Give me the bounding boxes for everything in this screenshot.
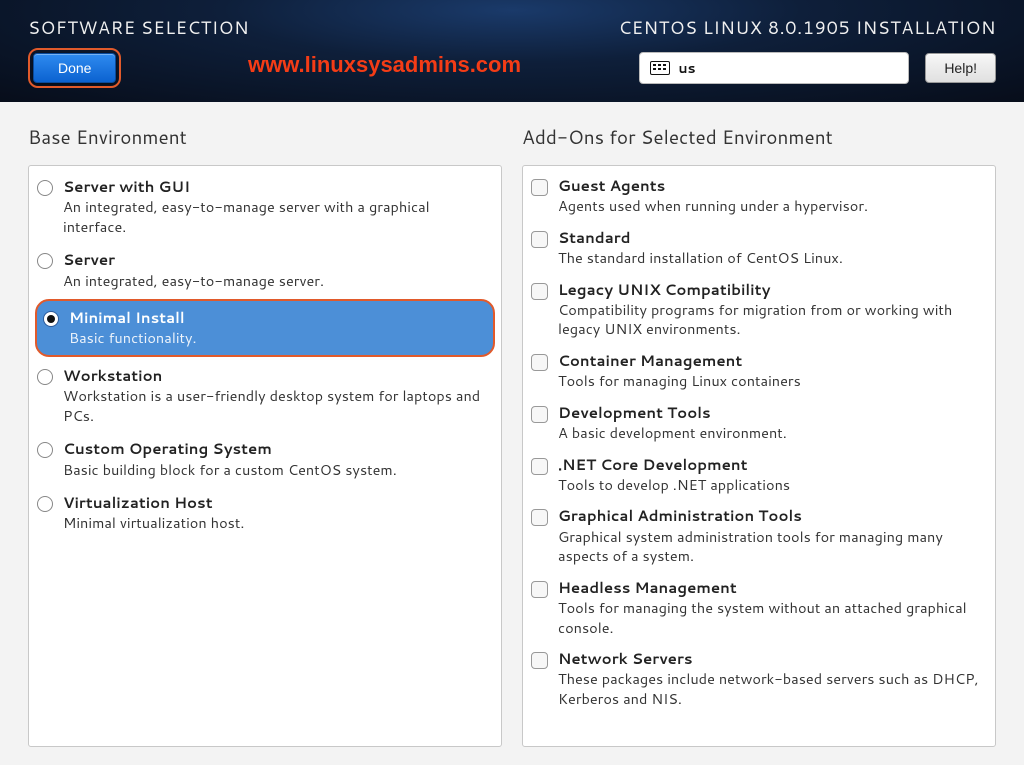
radio-icon[interactable] [37, 253, 53, 269]
env-item-workstation[interactable]: WorkstationWorkstation is a user-friendl… [29, 359, 501, 432]
addon-item-network-servers[interactable]: Network ServersThese packages include ne… [523, 643, 995, 714]
addon-desc: These packages include network-based ser… [558, 669, 985, 708]
addon-item-legacy-unix-compatibility[interactable]: Legacy UNIX CompatibilityCompatibility p… [523, 274, 995, 345]
env-desc: Minimal virtualization host. [63, 513, 491, 533]
radio-icon[interactable] [37, 496, 53, 512]
env-name: Server with GUI [63, 177, 491, 197]
radio-icon[interactable] [37, 180, 53, 196]
addon-desc: Tools to develop .NET applications [558, 475, 985, 495]
checkbox-icon[interactable] [531, 179, 548, 196]
addon-desc: Graphical system administration tools fo… [558, 527, 985, 566]
keyboard-layout-label: us [678, 58, 695, 78]
addon-name: Headless Management [558, 578, 985, 598]
addon-item-container-management[interactable]: Container ManagementTools for managing L… [523, 345, 995, 397]
env-desc: An integrated, easy-to-manage server. [63, 271, 491, 291]
addon-desc: Tools for managing the system without an… [558, 598, 985, 637]
installer-title: CENTOS LINUX 8.0.1905 INSTALLATION [618, 14, 996, 40]
keyboard-layout-indicator[interactable]: us [639, 52, 909, 84]
env-item-custom-operating-system[interactable]: Custom Operating SystemBasic building bl… [29, 432, 501, 486]
addon-name: Guest Agents [558, 176, 985, 196]
env-desc: Basic functionality. [69, 328, 485, 348]
base-environment-column: Base Environment Server with GUIAn integ… [28, 124, 502, 747]
addons-list[interactable]: Guest AgentsAgents used when running und… [522, 165, 996, 747]
keyboard-icon [650, 61, 670, 75]
addon-name: Development Tools [558, 403, 985, 423]
addon-name: Network Servers [558, 649, 985, 669]
addon-item-guest-agents[interactable]: Guest AgentsAgents used when running und… [523, 170, 995, 222]
env-name: Server [63, 250, 491, 270]
addon-item-headless-management[interactable]: Headless ManagementTools for managing th… [523, 572, 995, 643]
env-desc: Workstation is a user-friendly desktop s… [63, 386, 491, 425]
radio-icon[interactable] [43, 311, 59, 327]
base-environment-title: Base Environment [28, 124, 502, 151]
addon-desc: The standard installation of CentOS Linu… [558, 248, 985, 268]
checkbox-icon[interactable] [531, 406, 548, 423]
checkbox-icon[interactable] [531, 509, 548, 526]
main-content: Base Environment Server with GUIAn integ… [0, 102, 1024, 765]
addons-title: Add-Ons for Selected Environment [522, 124, 996, 151]
addon-item--net-core-development[interactable]: .NET Core DevelopmentTools to develop .N… [523, 449, 995, 501]
checkbox-icon[interactable] [531, 354, 548, 371]
addon-desc: Agents used when running under a hypervi… [558, 196, 985, 216]
env-item-virtualization-host[interactable]: Virtualization HostMinimal virtualizatio… [29, 486, 501, 540]
env-name: Workstation [63, 366, 491, 386]
watermark-text: www.linuxsysadmins.com [248, 52, 521, 78]
radio-icon[interactable] [37, 369, 53, 385]
addon-desc: Tools for managing Linux containers [558, 371, 985, 391]
addon-name: Container Management [558, 351, 985, 371]
env-desc: Basic building block for a custom CentOS… [63, 460, 491, 480]
addon-desc: A basic development environment. [558, 423, 985, 443]
addon-item-graphical-administration-tools[interactable]: Graphical Administration ToolsGraphical … [523, 500, 995, 571]
radio-icon[interactable] [37, 442, 53, 458]
addon-name: Standard [558, 228, 985, 248]
env-desc: An integrated, easy-to-manage server wit… [63, 197, 491, 236]
addon-item-development-tools[interactable]: Development ToolsA basic development env… [523, 397, 995, 449]
checkbox-icon[interactable] [531, 581, 548, 598]
env-name: Virtualization Host [63, 493, 491, 513]
checkbox-icon[interactable] [531, 231, 548, 248]
addons-column: Add-Ons for Selected Environment Guest A… [522, 124, 996, 747]
addon-item-standard[interactable]: StandardThe standard installation of Cen… [523, 222, 995, 274]
addon-desc: Compatibility programs for migration fro… [558, 300, 985, 339]
help-button[interactable]: Help! [925, 53, 996, 83]
addon-name: Graphical Administration Tools [558, 506, 985, 526]
done-button-highlight: Done [28, 48, 121, 88]
env-name: Custom Operating System [63, 439, 491, 459]
checkbox-icon[interactable] [531, 458, 548, 475]
addon-name: .NET Core Development [558, 455, 985, 475]
addon-name: Legacy UNIX Compatibility [558, 280, 985, 300]
page-title: SOFTWARE SELECTION [28, 14, 249, 40]
env-item-server-with-gui[interactable]: Server with GUIAn integrated, easy-to-ma… [29, 170, 501, 243]
env-name: Minimal Install [69, 308, 485, 328]
env-item-server[interactable]: ServerAn integrated, easy-to-manage serv… [29, 243, 501, 297]
checkbox-icon[interactable] [531, 652, 548, 669]
top-header: SOFTWARE SELECTION CENTOS LINUX 8.0.1905… [0, 0, 1024, 102]
done-button[interactable]: Done [33, 53, 116, 83]
base-environment-list[interactable]: Server with GUIAn integrated, easy-to-ma… [28, 165, 502, 747]
checkbox-icon[interactable] [531, 283, 548, 300]
env-item-minimal-install[interactable]: Minimal InstallBasic functionality. [35, 299, 495, 357]
